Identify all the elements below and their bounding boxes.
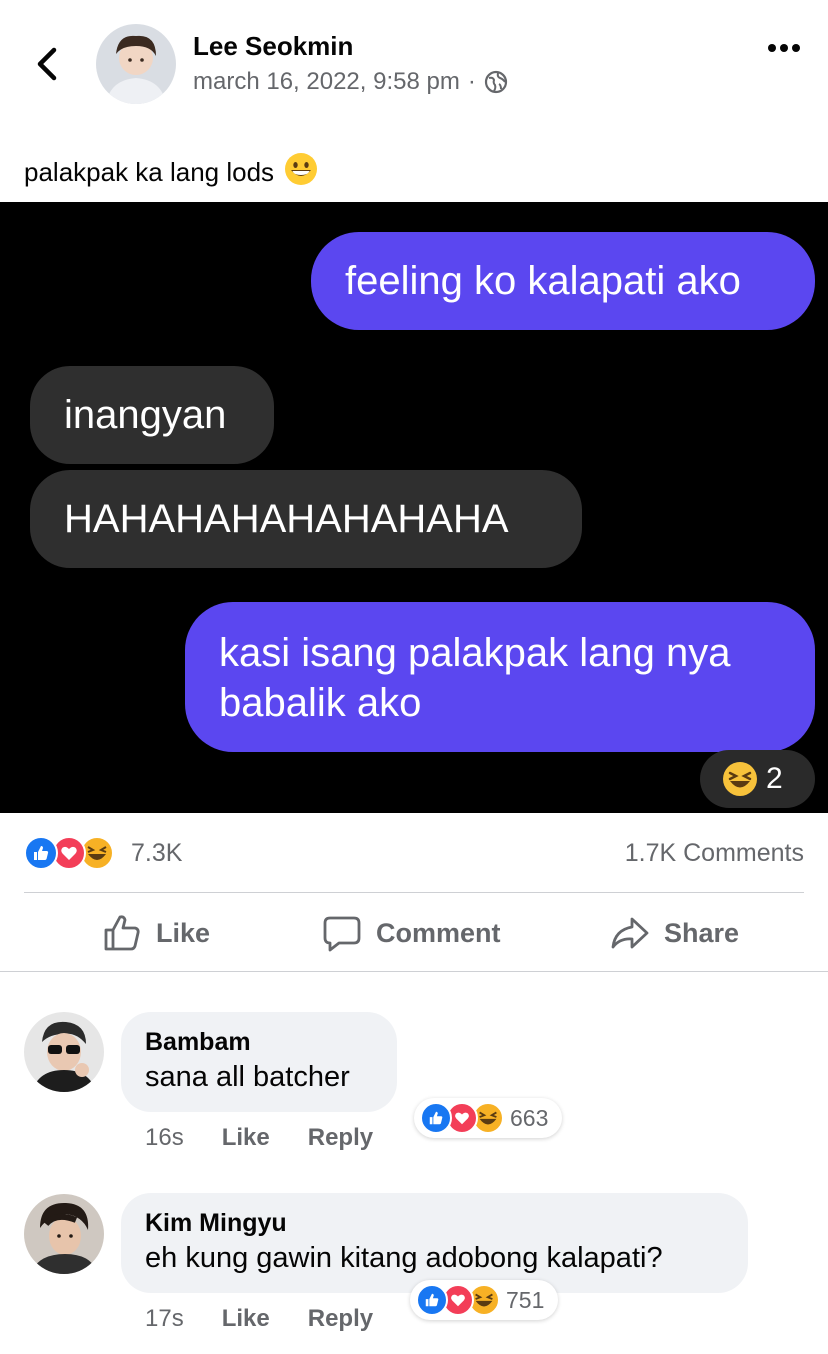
comment-time: 17s [145,1305,184,1332]
commenter-name[interactable]: Bambam [145,1026,373,1058]
comment-text: sana all batcher [145,1061,350,1093]
comment-bubble[interactable]: Kim Mingyu eh kung gawin kitang adobong … [121,1193,748,1293]
more-dots-icon [768,44,800,52]
comment-like-link[interactable]: Like [222,1305,270,1333]
reaction-count[interactable]: 7.3K [131,839,182,868]
message-bubble-sent: feeling ko kalapati ako [311,232,815,330]
post-stats: 7.3K 1.7K Comments [24,836,804,872]
comment-reaction-count: 663 [510,1104,549,1131]
message-bubble-received: inangyan [30,366,274,464]
message-reaction-chip: 2 [700,750,815,808]
commenter-avatar[interactable] [24,1012,104,1092]
globe-icon [484,70,508,94]
post-meta: march 16, 2022, 9:58 pm · [193,68,508,96]
comment-label: Comment [376,917,501,948]
divider [0,971,828,972]
back-button[interactable] [28,44,68,84]
share-arrow-icon [611,917,649,949]
meta-separator: · [467,68,476,95]
comment-reply-link[interactable]: Reply [308,1305,373,1333]
comment-text: eh kung gawin kitang adobong kalapati? [145,1242,663,1274]
like-reaction-icon [420,1102,452,1134]
like-label: Like [156,917,211,948]
haha-emoji-icon [723,762,757,796]
message-bubble-received: HAHAHAHAHAHAHAHA [30,470,582,568]
message-reaction-count: 2 [766,762,783,795]
post-header: Lee Seokmin march 16, 2022, 9:58 pm · [0,0,828,130]
post-image[interactable]: feeling ko kalapati ako inangyan HAHAHAH… [0,202,828,813]
comment-meta: 17s Like Reply [145,1305,373,1333]
comment-reactions[interactable]: 751 [410,1280,559,1320]
comment-button[interactable]: Comment [322,911,501,955]
post-timestamp[interactable]: march 16, 2022, 9:58 pm [193,68,460,96]
post-actions: Like Comment Share [0,895,828,971]
author-name[interactable]: Lee Seokmin [193,31,353,62]
commenter-name[interactable]: Kim Mingyu [145,1207,724,1239]
like-button[interactable]: Like [102,911,210,955]
post-caption: palakpak ka lang lods [24,152,318,193]
comments-count[interactable]: 1.7K Comments [625,839,804,868]
like-reaction-icon [24,836,58,870]
comment-time: 16s [145,1124,184,1151]
comment-bubble-icon [323,916,361,952]
grinning-face-icon [284,152,318,193]
reaction-icons[interactable] [24,836,114,870]
comment-reply-link[interactable]: Reply [308,1124,373,1152]
comment-like-link[interactable]: Like [222,1124,270,1152]
comment-bubble[interactable]: Bambam sana all batcher [121,1012,397,1112]
comment-reactions[interactable]: 663 [414,1098,563,1138]
caption-text: palakpak ka lang lods [24,157,275,187]
chevron-left-icon [37,47,57,81]
divider [24,892,804,893]
author-avatar[interactable] [96,24,176,104]
message-bubble-sent: kasi isang palakpak lang nya babalik ako [185,602,815,752]
share-button[interactable]: Share [610,911,739,955]
share-label: Share [664,917,740,948]
thumbs-up-icon [104,915,140,951]
like-reaction-icon [416,1284,448,1316]
comment-reaction-count: 751 [506,1286,545,1313]
more-options-button[interactable] [764,34,804,62]
commenter-avatar[interactable] [24,1194,104,1274]
comment-meta: 16s Like Reply [145,1124,373,1152]
